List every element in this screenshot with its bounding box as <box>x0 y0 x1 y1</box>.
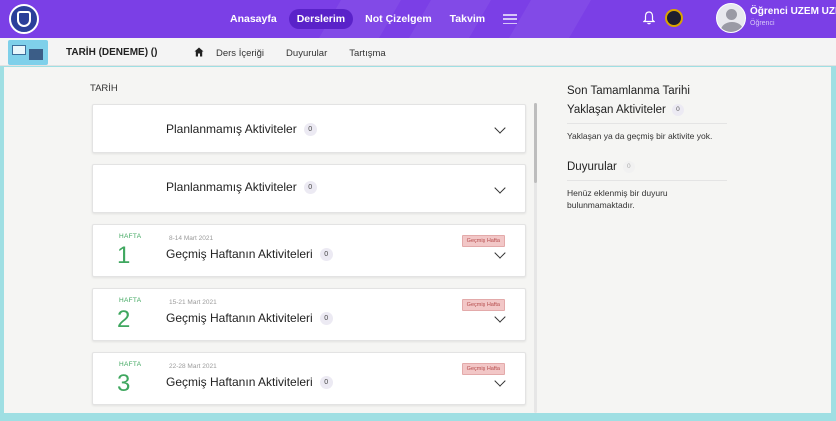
chevron-down-icon[interactable] <box>494 247 506 259</box>
week-date: 22-28 Mart 2021 <box>169 363 217 370</box>
right-sidebar: Son Tamamlanma Tarihi Yaklaşan Aktivitel… <box>567 83 727 211</box>
deadline-heading: Son Tamamlanma Tarihi <box>567 85 690 97</box>
card-title: Geçmiş Haftanın Aktiviteleri 0 <box>166 375 333 390</box>
unplanned-activities-card[interactable]: Planlanmamış Aktiviteler 0 <box>92 104 526 153</box>
past-week-badge: Geçmiş Hafta <box>461 363 505 375</box>
top-navbar: Anasayfa Derslerim Not Çizelgem Takvim Ö… <box>0 0 836 38</box>
activity-count-badge: 0 <box>303 123 317 137</box>
notification-badge-icon[interactable] <box>665 9 683 27</box>
course-tabs: Ders İçeriği Duyurular Tartışma <box>216 48 386 59</box>
home-icon[interactable] <box>194 47 204 57</box>
announcements-empty-text: Henüz eklenmiş bir duyuru bulunmamaktadı… <box>567 188 668 210</box>
activity-count-badge: 0 <box>319 312 333 326</box>
course-bar: TARİH (DENEME) () Ders İçeriği Duyurular… <box>0 38 836 66</box>
week-card[interactable]: HAFTA 2 15-21 Mart 2021 Geçmiş Haftanın … <box>92 288 526 341</box>
tab-duyurular[interactable]: Duyurular <box>286 48 327 59</box>
announcements-count-badge: 0 <box>622 160 635 173</box>
user-role: Öğrenci <box>750 20 775 27</box>
course-thumbnail-icon <box>8 40 48 65</box>
nav-item-not-cizelgem[interactable]: Not Çizelgem <box>359 9 438 29</box>
week-label: HAFTA <box>119 297 142 304</box>
upcoming-count-badge: 0 <box>671 103 684 116</box>
activity-count-badge: 0 <box>319 376 333 390</box>
nav-item-derslerim[interactable]: Derslerim <box>288 9 354 29</box>
nav-item-takvim[interactable]: Takvim <box>444 9 491 29</box>
unplanned-activities-card[interactable]: Planlanmamış Aktiviteler 0 <box>92 164 526 213</box>
week-date: 8-14 Mart 2021 <box>169 235 214 242</box>
main-content: TARİH Planlanmamış Aktiviteler 0 Planlanm… <box>4 67 831 413</box>
tab-tartisma[interactable]: Tartışma <box>349 48 385 59</box>
chevron-down-icon[interactable] <box>494 375 506 387</box>
card-title: Planlanmamış Aktiviteler 0 <box>166 180 317 195</box>
nav-item-anasayfa[interactable]: Anasayfa <box>224 9 283 29</box>
divider <box>567 123 727 124</box>
activity-count-badge: 0 <box>303 181 317 195</box>
week-label: HAFTA <box>119 233 142 240</box>
upcoming-activities-heading: Yaklaşan Aktiviteler 0 <box>567 102 727 118</box>
week-card[interactable]: HAFTA 1 8-14 Mart 2021 Geçmiş Haftanın A… <box>92 224 526 277</box>
avatar[interactable] <box>716 3 746 33</box>
user-name[interactable]: Öğrenci UZEM UZEM <box>750 6 836 17</box>
week-number: 3 <box>117 370 131 397</box>
main-nav: Anasayfa Derslerim Not Çizelgem Takvim <box>224 8 518 30</box>
university-logo-icon[interactable] <box>9 4 39 34</box>
card-title: Geçmiş Haftanın Aktiviteleri 0 <box>166 311 333 326</box>
scrollbar-thumb[interactable] <box>534 103 537 183</box>
upcoming-empty-text: Yaklaşan ya da geçmiş bir aktivite yok. <box>567 131 713 141</box>
hamburger-menu-icon[interactable] <box>503 14 518 24</box>
announcements-heading: Duyurular 0 <box>567 159 727 175</box>
card-title: Geçmiş Haftanın Aktiviteleri 0 <box>166 247 333 262</box>
tab-ders-icerigi[interactable]: Ders İçeriği <box>216 48 264 59</box>
chevron-down-icon[interactable] <box>494 311 506 323</box>
bell-icon[interactable] <box>643 11 655 25</box>
activity-count-badge: 0 <box>319 248 333 262</box>
week-card[interactable]: HAFTA 3 22-28 Mart 2021 Geçmiş Haftanın … <box>92 352 526 405</box>
past-week-badge: Geçmiş Hafta <box>461 299 505 311</box>
card-title: Planlanmamış Aktiviteler 0 <box>166 122 317 137</box>
divider <box>567 180 727 181</box>
week-label: HAFTA <box>119 361 142 368</box>
course-title: TARİH (DENEME) () <box>66 47 158 58</box>
chevron-down-icon[interactable] <box>494 182 506 194</box>
week-number: 1 <box>117 242 131 269</box>
week-date: 15-21 Mart 2021 <box>169 299 217 306</box>
past-week-badge: Geçmiş Hafta <box>461 235 505 247</box>
section-label: TARİH <box>90 83 118 94</box>
chevron-down-icon[interactable] <box>494 122 506 134</box>
week-number: 2 <box>117 306 131 333</box>
